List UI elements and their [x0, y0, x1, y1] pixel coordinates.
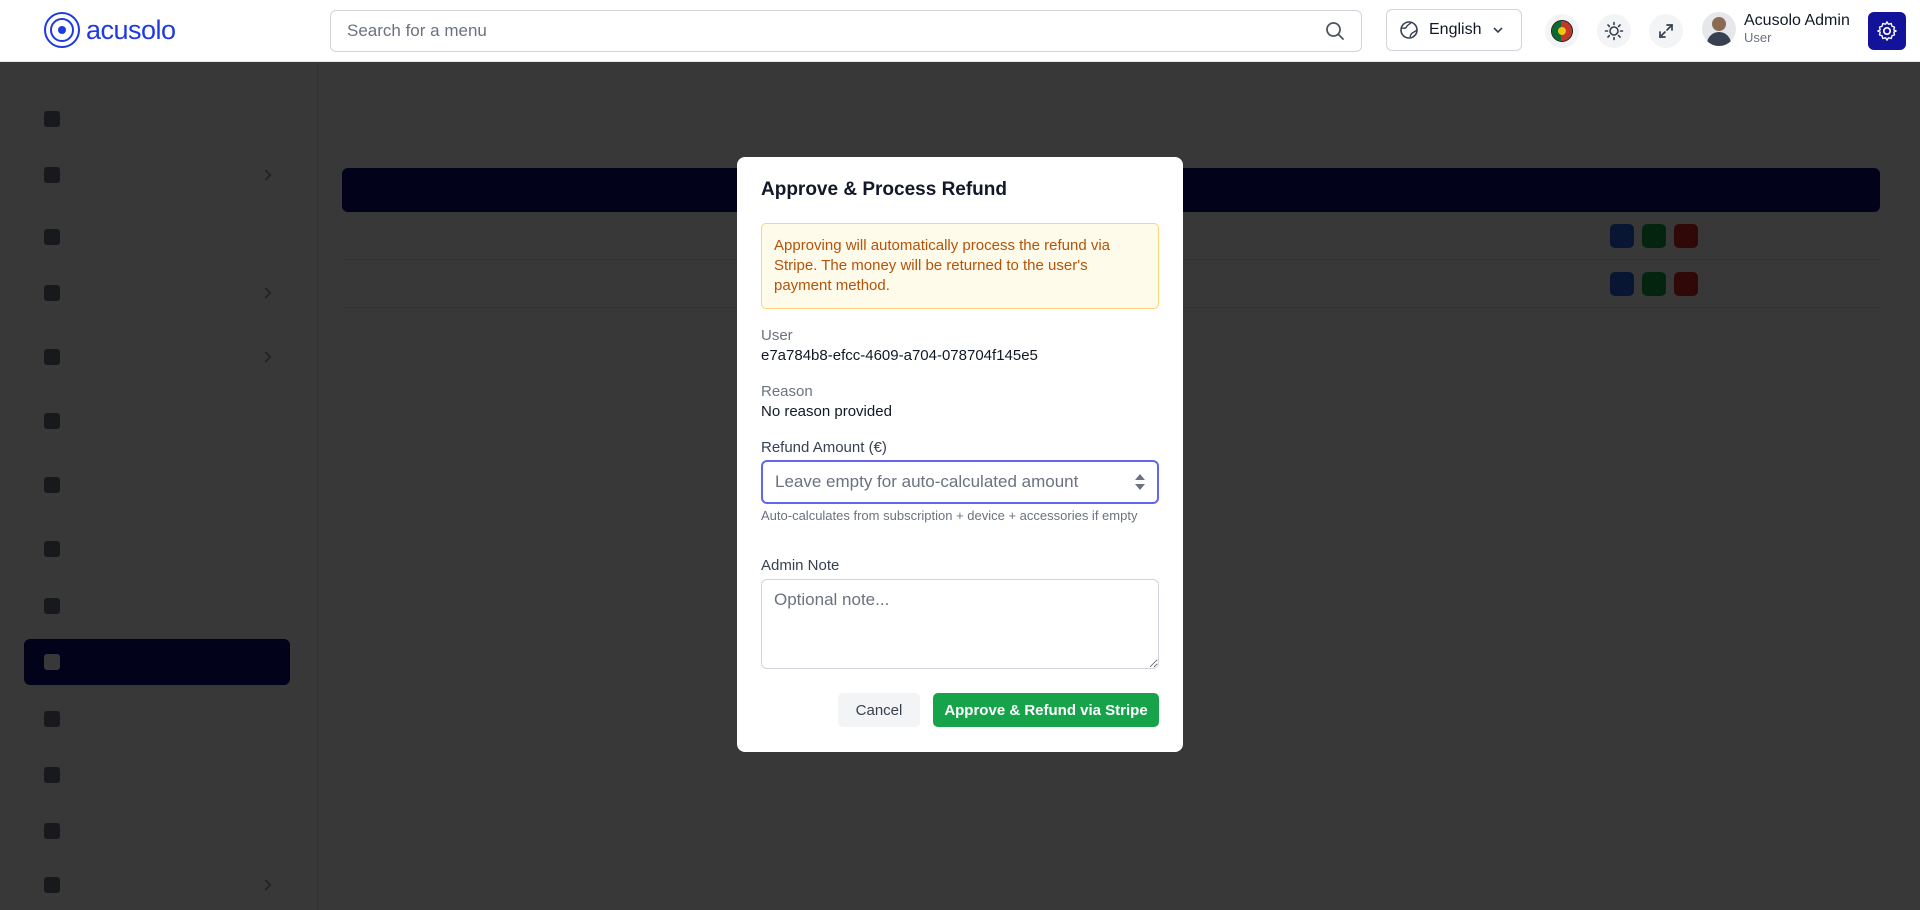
logo-text: acusolo [86, 14, 176, 45]
user-menu[interactable]: Acusolo Admin User [1702, 12, 1850, 46]
reason-label: Reason [761, 383, 813, 400]
sun-icon [1604, 21, 1624, 41]
settings-button[interactable] [1868, 12, 1906, 50]
language-selector[interactable]: English [1386, 9, 1522, 51]
avatar [1702, 12, 1736, 46]
search-input[interactable] [347, 21, 1325, 41]
flag-button[interactable] [1545, 14, 1579, 48]
refund-amount-label: Refund Amount (€) [761, 439, 887, 456]
reason-value: No reason provided [761, 403, 892, 420]
refund-amount-hint: Auto-calculates from subscription + devi… [761, 508, 1138, 523]
language-label: English [1429, 21, 1482, 38]
number-spinner[interactable] [1135, 474, 1145, 490]
logo[interactable]: acusolo [44, 12, 176, 48]
user-role: User [1744, 30, 1772, 45]
decrement-icon[interactable] [1135, 484, 1145, 490]
gear-icon [1877, 21, 1897, 41]
top-header: acusolo English [0, 0, 1920, 62]
user-name: Acusolo Admin [1744, 12, 1850, 29]
flag-icon [1551, 20, 1573, 42]
refund-amount-field[interactable] [761, 460, 1159, 504]
warning-alert: Approving will automatically process the… [761, 223, 1159, 309]
approve-refund-button[interactable]: Approve & Refund via Stripe [933, 693, 1159, 727]
cancel-button[interactable]: Cancel [838, 693, 920, 727]
globe-icon [1400, 21, 1418, 39]
fullscreen-button[interactable] [1649, 14, 1683, 48]
theme-toggle-button[interactable] [1597, 14, 1631, 48]
modal-title: Approve & Process Refund [761, 179, 1007, 200]
user-label: User [761, 327, 793, 344]
logo-icon [44, 12, 80, 48]
search-icon[interactable] [1325, 21, 1345, 41]
increment-icon[interactable] [1135, 474, 1145, 480]
admin-note-label: Admin Note [761, 557, 840, 574]
admin-note-textarea[interactable] [761, 579, 1159, 669]
search-bar[interactable] [330, 10, 1362, 52]
refund-amount-input[interactable] [775, 472, 1135, 492]
approve-refund-modal: Approve & Process Refund Approving will … [737, 157, 1183, 752]
chevron-down-icon [1493, 27, 1504, 34]
user-id-value: e7a784b8-efcc-4609-a704-078704f145e5 [761, 347, 1038, 364]
expand-icon [1659, 24, 1673, 38]
